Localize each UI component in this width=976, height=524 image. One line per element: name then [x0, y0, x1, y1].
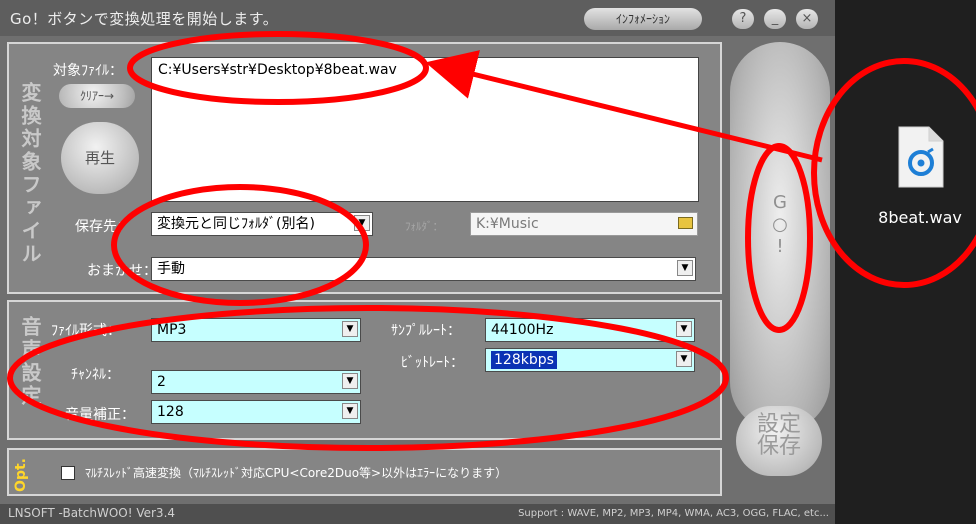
file-list[interactable]: C:¥Users¥str¥Desktop¥8beat.wav [151, 57, 699, 202]
omakase-select[interactable]: 手動 ▼ [151, 257, 696, 281]
file-format-value: MP3 [157, 322, 187, 338]
supported-formats-text: Support : WAVE, MP2, MP3, MP4, WMA, AC3,… [518, 508, 829, 519]
omakase-label: おまかせ： [87, 263, 157, 279]
save-settings-button[interactable]: 設定 保存 [736, 406, 822, 476]
folder-value: K:¥Music [476, 216, 539, 232]
chevron-down-icon[interactable]: ▼ [354, 215, 370, 231]
options-panel: Opt. ﾏﾙﾁｽﾚｯﾄﾞ高速変換（ﾏﾙﾁｽﾚｯﾄﾞ対応CPU<Core2Duo… [7, 448, 722, 496]
sample-rate-select[interactable]: 44100Hz ▼ [485, 318, 695, 342]
version-text: LNSOFT -BatchWOO! Ver3.4 [8, 506, 176, 520]
audio-settings-label: 音声設定 [18, 316, 42, 408]
minimize-button[interactable]: _ [764, 9, 786, 29]
help-button[interactable]: ? [732, 9, 754, 29]
file-format-label: ﾌｧｲﾙ形式： [51, 323, 121, 339]
channel-select[interactable]: 2 ▼ [151, 370, 361, 394]
bitrate-label: ﾋﾞｯﾄﾚｰﾄ： [401, 355, 464, 371]
desktop-file-name[interactable]: 8beat.wav [855, 208, 976, 227]
volume-correction-value: 128 [157, 404, 184, 420]
omakase-value: 手動 [157, 261, 185, 277]
file-panel-label: 変換対象ファイル [18, 82, 42, 266]
clear-button[interactable]: ｸﾘｱｰ→ [59, 84, 135, 108]
go-button[interactable]: G ○ ! [730, 42, 830, 432]
channel-label: ﾁｬﾝﾈﾙ： [71, 367, 120, 383]
options-label: Opt. [13, 458, 29, 492]
title-bar: Go！ボタンで変換処理を開始します。 ｲﾝﾌｫﾒｰｼｮﾝ ? _ × [0, 0, 835, 36]
save-destination-value: 変換元と同じﾌｫﾙﾀﾞ(別名) [157, 216, 315, 232]
multithread-label: ﾏﾙﾁｽﾚｯﾄﾞ高速変換（ﾏﾙﾁｽﾚｯﾄﾞ対応CPU<Core2Duo等>以外は… [85, 466, 508, 480]
bitrate-select[interactable]: 128kbps ▼ [485, 348, 695, 372]
chevron-down-icon[interactable]: ▼ [677, 260, 693, 276]
play-button[interactable]: 再生 [61, 122, 139, 194]
status-bar: LNSOFT -BatchWOO! Ver3.4 Support : WAVE,… [0, 504, 835, 524]
sample-rate-label: ｻﾝﾌﾟﾙﾚｰﾄ： [391, 323, 461, 339]
bitrate-value: 128kbps [491, 351, 557, 369]
desktop-file-item[interactable] [893, 125, 947, 189]
folder-icon[interactable] [678, 217, 693, 229]
batchwoo-window: Go！ボタンで変換処理を開始します。 ｲﾝﾌｫﾒｰｼｮﾝ ? _ × 変換対象フ… [0, 0, 835, 524]
chevron-down-icon[interactable]: ▼ [342, 373, 358, 389]
file-list-item[interactable]: C:¥Users¥str¥Desktop¥8beat.wav [158, 62, 397, 78]
close-button[interactable]: × [796, 9, 818, 29]
folder-input[interactable]: K:¥Music [470, 212, 698, 236]
target-file-label: 対象ﾌｧｲﾙ： [53, 63, 123, 79]
go-button-label: G ○ ! [772, 192, 788, 257]
channel-value: 2 [157, 374, 166, 390]
chevron-down-icon[interactable]: ▼ [342, 321, 358, 337]
file-panel: 変換対象ファイル 対象ﾌｧｲﾙ： ｸﾘｱｰ→ 再生 C:¥Users¥str¥D… [7, 42, 722, 294]
information-button[interactable]: ｲﾝﾌｫﾒｰｼｮﾝ [584, 8, 702, 30]
chevron-down-icon[interactable]: ▼ [342, 403, 358, 419]
folder-label: ﾌｫﾙﾀﾞ： [405, 220, 444, 233]
chevron-down-icon[interactable]: ▼ [676, 321, 692, 337]
chevron-down-icon[interactable]: ▼ [676, 351, 692, 367]
multithread-checkbox[interactable] [61, 466, 75, 480]
window-title: Go！ボタンで変換処理を開始します。 [10, 10, 279, 28]
sample-rate-value: 44100Hz [491, 322, 554, 338]
volume-correction-select[interactable]: 128 ▼ [151, 400, 361, 424]
volume-correction-label: 音量補正： [65, 407, 135, 423]
save-destination-label: 保存先： [75, 219, 131, 235]
file-format-select[interactable]: MP3 ▼ [151, 318, 361, 342]
audio-file-icon [898, 126, 944, 188]
save-settings-label: 設定 保存 [756, 412, 801, 459]
audio-settings-panel: 音声設定 ﾌｧｲﾙ形式： MP3 ▼ ﾁｬﾝﾈﾙ： 2 ▼ 音量補正： 128 … [7, 300, 722, 440]
save-destination-select[interactable]: 変換元と同じﾌｫﾙﾀﾞ(別名) ▼ [151, 212, 373, 236]
